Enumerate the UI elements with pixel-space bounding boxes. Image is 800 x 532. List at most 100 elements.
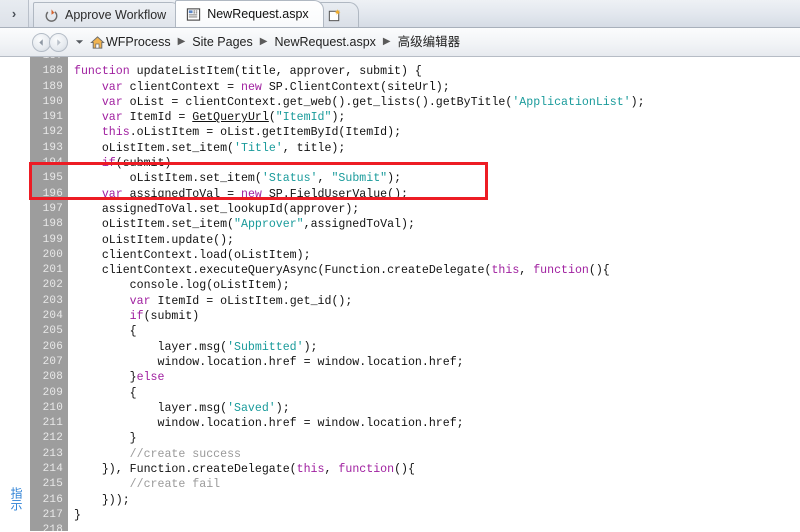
code-token: this [101, 126, 130, 140]
code-token: (submit) [143, 310, 200, 324]
code-token: ); [275, 401, 290, 415]
line-number: 192 [42, 126, 63, 139]
code-line: var oList = clientContext.get_web().get_… [74, 95, 800, 110]
forward-button[interactable] [49, 32, 68, 52]
line-number: 200 [42, 248, 63, 261]
code-line: layer.msg('Saved'); [74, 401, 800, 416]
code-line: //create success [74, 447, 800, 462]
code-line: }), Function.createDelegate(this, functi… [74, 462, 800, 477]
code-line: window.location.href = window.location.h… [74, 355, 800, 370]
breadcrumb-item-wfprocess[interactable]: WFProcess [106, 36, 171, 49]
code-text-area[interactable]: function updateListItem(title, approver,… [68, 57, 800, 531]
advanced-editor-window: › Approve Workflow NewRequest.aspx WFPro… [0, 0, 800, 532]
code-token: 'Title' [234, 141, 283, 155]
tab-strip-expand-button[interactable]: › [0, 0, 29, 27]
code-line: var ItemId = GetQueryUrl("ItemId"); [74, 110, 800, 125]
code-token: layer.msg( [74, 340, 228, 354]
breadcrumb-item-site-pages[interactable]: Site Pages [192, 36, 252, 49]
code-token: { [74, 386, 137, 400]
code-token: ); [303, 340, 318, 354]
line-number: 199 [42, 233, 63, 246]
line-number: 189 [42, 80, 63, 93]
tab-label: NewRequest.aspx [207, 6, 309, 21]
code-token: ( [268, 111, 276, 125]
code-token: "ItemId" [275, 111, 332, 125]
code-token: , [317, 172, 332, 186]
code-line: layer.msg('Submitted'); [74, 340, 800, 355]
code-token: "Submit" [331, 172, 388, 186]
code-token: var [101, 111, 123, 125]
line-number: 208 [42, 371, 63, 384]
code-line: clientContext.load(oListItem); [74, 248, 800, 263]
code-token: assignedToVal = [122, 187, 241, 201]
line-number: 188 [42, 65, 63, 78]
code-line: if(submit) [74, 156, 800, 171]
tab-newrequest-aspx[interactable]: NewRequest.aspx [175, 0, 324, 27]
tab-approve-workflow[interactable]: Approve Workflow [33, 2, 182, 27]
code-token: 'Saved' [227, 401, 276, 415]
code-token: (){ [588, 264, 610, 278]
navigation-buttons [32, 32, 68, 52]
line-number: 187 [30, 57, 63, 64]
tab-label: Approve Workflow [65, 7, 167, 22]
line-number: 211 [42, 417, 63, 430]
breadcrumb-separator-icon: ▶ [259, 36, 268, 47]
code-token: ItemId = oListItem.get_id(); [150, 294, 353, 308]
code-token: var [101, 95, 123, 109]
code-token: layer.msg( [74, 401, 228, 415]
line-number: 216 [42, 493, 63, 506]
code-token: ); [387, 172, 402, 186]
line-number: 201 [42, 264, 63, 277]
line-number-gutter: 187188 189 190 191 192 193 194 195 196 197 198 199 2… [30, 57, 68, 531]
code-token: (){ [394, 463, 415, 477]
line-number: 209 [42, 386, 63, 399]
code-line: //create fail [74, 477, 800, 492]
code-token: var [129, 294, 151, 308]
code-token: updateListItem(title, approver, submit) … [136, 65, 422, 79]
code-token: GetQueryUrl [192, 111, 269, 125]
history-dropdown-button[interactable] [75, 39, 84, 45]
code-token: function [74, 65, 137, 79]
code-token: clientContext.executeQueryAsync(Function… [74, 264, 492, 278]
code-line: { [74, 324, 800, 339]
side-panel-toggle-label[interactable]: 指示 [4, 487, 23, 511]
line-number: 206 [42, 340, 63, 353]
line-number: 193 [42, 141, 63, 154]
breadcrumb-item-newrequest-aspx[interactable]: NewRequest.aspx [274, 36, 375, 49]
code-token: window.location.href = window.location.h… [74, 355, 464, 369]
code-line: assignedToVal.set_lookupId(approver); [74, 202, 800, 217]
code-token: 'Submitted' [227, 340, 304, 354]
line-number: 202 [42, 279, 63, 292]
code-token: clientContext = [122, 80, 241, 94]
code-token: var [101, 187, 123, 201]
code-token: } [74, 371, 137, 385]
line-number: 218 [42, 524, 63, 531]
workflow-icon [45, 8, 58, 22]
editor-content: 187188 189 190 191 192 193 194 195 196 197 198 199 2… [30, 57, 800, 531]
code-token: function [533, 264, 589, 278]
code-line: } [74, 431, 800, 446]
code-token: oListItem.update(); [74, 233, 235, 247]
code-token: var [101, 80, 123, 94]
line-number: 195 [42, 172, 63, 185]
home-icon [90, 35, 105, 49]
code-line: var ItemId = oListItem.get_id(); [74, 294, 800, 309]
code-line: oListItem.update(); [74, 233, 800, 248]
code-line: clientContext.executeQueryAsync(Function… [74, 263, 800, 278]
code-token: this [296, 463, 325, 477]
line-number: 215 [42, 478, 63, 491]
tab-new[interactable] [317, 2, 359, 27]
line-number: 197 [42, 202, 63, 215]
code-token: oListItem.set_item( [74, 172, 262, 186]
code-token: { [74, 325, 137, 339]
code-token: .oListItem = oList.getItemById(ItemId); [129, 126, 402, 140]
code-token: oList = clientContext.get_web().get_list… [122, 95, 513, 109]
breadcrumb-home[interactable]: WFProcess [90, 35, 171, 50]
new-tab-icon [328, 8, 341, 21]
code-token: 'ApplicationList' [512, 95, 631, 109]
code-token: clientContext.load(oListItem); [74, 248, 311, 262]
